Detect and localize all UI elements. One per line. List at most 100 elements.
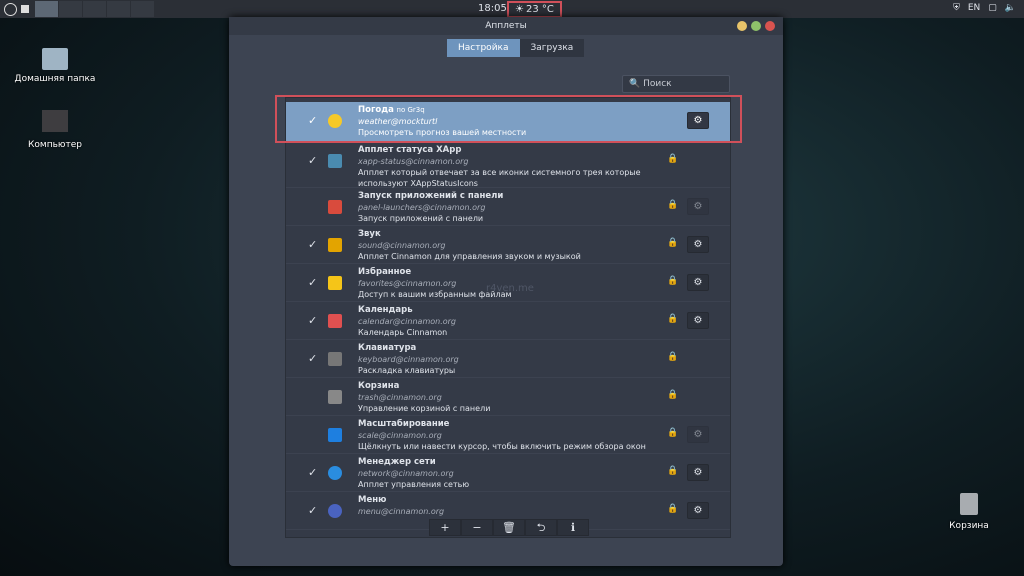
applet-row[interactable]: ✓ Избранное favorites@cinnamon.org Доступ к… [286, 264, 730, 302]
trash-icon [328, 390, 342, 404]
volume-icon[interactable]: 🔈 [1005, 3, 1016, 13]
applet-id: network@cinnamon.org [358, 469, 454, 478]
list-toolbar: + − 🗑 ⮌ ℹ [429, 519, 589, 536]
trash-icon [960, 493, 978, 515]
keyboard-icon [328, 352, 342, 366]
folder-home-icon [42, 48, 68, 70]
applet-name: Звук [358, 229, 381, 239]
applet-row[interactable]: ✓ Календарь calendar@cinnamon.org Календарь… [286, 302, 730, 340]
applet-row[interactable]: ✓ Апплет статуса XApp xapp-status@cinnamon… [286, 142, 730, 188]
enabled-check-icon[interactable]: ✓ [308, 352, 317, 365]
desktop-trash[interactable]: Корзина [924, 493, 1014, 531]
maximize-button[interactable] [751, 21, 761, 31]
configure-button[interactable]: ⚙ [687, 312, 709, 329]
tray-icon [328, 154, 342, 168]
enabled-check-icon[interactable]: ✓ [308, 466, 317, 479]
applet-id: menu@cinnamon.org [358, 507, 445, 516]
applet-id: trash@cinnamon.org [358, 393, 442, 402]
applet-description: Апплет Cinnamon для управления звуком и … [358, 252, 581, 261]
desktop-computer[interactable]: Компьютер [10, 110, 100, 150]
sun-icon: ☀ [515, 4, 524, 15]
applet-name: Избранное [358, 267, 412, 277]
add-button[interactable]: + [429, 519, 461, 536]
speaker-icon [328, 238, 342, 252]
enabled-check-icon[interactable]: ✓ [308, 238, 317, 251]
applet-description: Календарь Cinnamon [358, 328, 448, 337]
delete-button[interactable]: 🗑 [493, 519, 525, 536]
close-button[interactable] [765, 21, 775, 31]
applet-name: Меню [358, 495, 387, 505]
applet-name: Масштабирование [358, 419, 450, 429]
tab-manage[interactable]: Настройка [447, 39, 520, 57]
title-bar[interactable]: Апплеты [229, 17, 783, 35]
enabled-check-icon[interactable]: ✓ [308, 276, 317, 289]
lock-icon: 🔒 [667, 314, 679, 324]
show-desktop-icon[interactable] [21, 5, 29, 13]
applet-id: xapp-status@cinnamon.org [358, 157, 469, 166]
lock-icon: 🔒 [667, 352, 679, 362]
lock-icon: 🔒 [667, 200, 679, 210]
highlight-frame [275, 95, 742, 143]
workspace-3[interactable] [83, 1, 106, 17]
weather-applet[interactable]: ☀ 23 °C [507, 1, 562, 18]
info-button[interactable]: ℹ [557, 519, 589, 536]
remove-button[interactable]: − [461, 519, 493, 536]
enabled-check-icon[interactable]: ✓ [308, 504, 317, 517]
applet-name: Менеджер сети [358, 457, 436, 467]
window-icon[interactable]: ▢ [988, 3, 997, 13]
applet-description: Апплет который отвечает за все иконки си… [358, 168, 641, 188]
menu-icon [328, 504, 342, 518]
applet-name: Календарь [358, 305, 413, 315]
minimize-button[interactable] [737, 21, 747, 31]
configure-button[interactable]: ⚙ [687, 198, 709, 215]
lock-icon: 🔒 [667, 276, 679, 286]
scale-icon [328, 428, 342, 442]
applet-name: Запуск приложений с панели [358, 191, 504, 201]
applet-list: r4ven.me ✓ Погода по Gr3q weather@mockturt… [285, 97, 731, 538]
applet-row[interactable]: Корзина trash@cinnamon.org Управление корз… [286, 378, 730, 416]
lock-icon: 🔒 [667, 504, 679, 514]
network-icon [328, 466, 342, 480]
enabled-check-icon[interactable]: ✓ [308, 314, 317, 327]
applet-id: panel-launchers@cinnamon.org [358, 203, 486, 212]
configure-button[interactable]: ⚙ [687, 236, 709, 253]
mint-menu-icon[interactable] [4, 2, 17, 16]
workspace-5[interactable] [131, 1, 154, 17]
keyboard-layout[interactable]: EN [968, 3, 980, 13]
lock-icon: 🔒 [667, 428, 679, 438]
applet-id: scale@cinnamon.org [358, 431, 442, 440]
star-icon [328, 276, 342, 290]
computer-icon [42, 110, 68, 132]
applet-row[interactable]: ✓ Звук sound@cinnamon.org Апплет Cinnamon д… [286, 226, 730, 264]
configure-button[interactable]: ⚙ [687, 464, 709, 481]
desktop-home-folder[interactable]: Домашняя папка [10, 48, 100, 84]
lock-icon: 🔒 [667, 154, 679, 164]
configure-button[interactable]: ⚙ [687, 502, 709, 519]
applet-row[interactable]: Масштабирование scale@cinnamon.org Щёлкнут… [286, 416, 730, 454]
workspace-2[interactable] [59, 1, 82, 17]
applet-description: Запуск приложений с панели [358, 214, 484, 223]
search-input[interactable]: 🔍 Поиск [622, 75, 730, 93]
configure-button[interactable]: ⚙ [687, 426, 709, 443]
applet-row[interactable]: ✓ Менеджер сети network@cinnamon.org Апплет… [286, 454, 730, 492]
workspace-4[interactable] [107, 1, 130, 17]
applet-row[interactable]: Запуск приложений с панели panel-launcher… [286, 188, 730, 226]
launcher-icon [328, 200, 342, 214]
workspace-1[interactable] [35, 1, 58, 17]
tab-download[interactable]: Загрузка [519, 39, 585, 57]
applet-description: Щёлкнуть или навести курсор, чтобы включ… [358, 442, 646, 451]
window-title: Апплеты [485, 21, 527, 31]
configure-button[interactable]: ⚙ [687, 274, 709, 291]
restore-button[interactable]: ⮌ [525, 519, 557, 536]
applet-row[interactable]: ✓ Клавиатура keyboard@cinnamon.org Раскладк… [286, 340, 730, 378]
enabled-check-icon[interactable]: ✓ [308, 154, 317, 167]
applet-description: Раскладка клавиатуры [358, 366, 456, 375]
shield-icon[interactable]: ⛨ [953, 3, 960, 13]
applet-name: Корзина [358, 381, 400, 391]
applet-id: favorites@cinnamon.org [358, 279, 457, 288]
clock[interactable]: 18:05 [478, 3, 507, 14]
lock-icon: 🔒 [667, 390, 679, 400]
lock-icon: 🔒 [667, 466, 679, 476]
applet-description: Апплет управления сетью [358, 480, 470, 489]
calendar-icon [328, 314, 342, 328]
